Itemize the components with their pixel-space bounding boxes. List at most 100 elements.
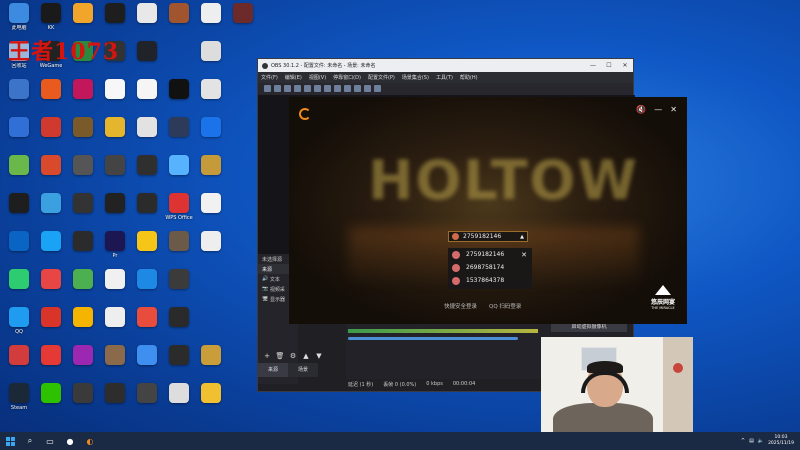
desktop-icon[interactable] (36, 79, 66, 113)
desktop-icon[interactable] (36, 155, 66, 189)
toolbar-icon[interactable] (344, 85, 351, 92)
desktop-icon[interactable] (164, 345, 194, 379)
desktop-icon[interactable] (132, 307, 162, 341)
close-button[interactable]: ✕ (617, 62, 633, 69)
chevron-up-icon[interactable]: ^ (741, 438, 745, 444)
desktop-icon[interactable] (196, 345, 226, 379)
desktop-icon[interactable] (132, 269, 162, 303)
volume-icon[interactable]: 🔈 (758, 438, 764, 444)
account-option[interactable]: 2698758174 (448, 261, 532, 274)
desktop-icon[interactable] (132, 79, 162, 113)
desktop-icon[interactable] (164, 231, 194, 265)
desktop-icon[interactable] (4, 117, 34, 151)
start-button[interactable] (0, 432, 20, 450)
desktop-icon[interactable] (100, 193, 130, 227)
desktop-icon[interactable]: Pr (100, 231, 130, 265)
volume-slider[interactable] (348, 337, 518, 340)
desktop-icon[interactable] (4, 193, 34, 227)
desktop-icon[interactable] (68, 383, 98, 417)
desktop-icon[interactable] (36, 307, 66, 341)
menu-tools[interactable]: 工具(T) (436, 74, 453, 81)
desktop-icon[interactable] (164, 383, 194, 417)
desktop-icon[interactable] (36, 117, 66, 151)
desktop-icon[interactable] (100, 79, 130, 113)
desktop-icon[interactable] (68, 193, 98, 227)
obs-title-bar[interactable]: OBS 30.1.2 - 配置文件: 未命名 - 场景: 未命名 — ☐ ✕ (258, 59, 633, 72)
desktop-icon[interactable] (164, 3, 194, 37)
desktop-icon[interactable] (196, 383, 226, 417)
desktop-icon[interactable] (100, 269, 130, 303)
menu-view[interactable]: 视图(V) (309, 74, 326, 81)
account-option[interactable]: 2759182146 ✕ (448, 248, 532, 261)
desktop-icon[interactable] (196, 41, 226, 75)
mute-icon[interactable]: 🔇 (636, 105, 646, 114)
desktop-icon[interactable] (132, 345, 162, 379)
menu-file[interactable]: 文件(F) (261, 74, 278, 81)
toolbar-icon[interactable] (264, 85, 271, 92)
fast-login-link[interactable]: 快捷安全登录 (444, 302, 477, 310)
desktop-icon[interactable] (164, 269, 194, 303)
minimize-button[interactable]: — (585, 62, 601, 69)
desktop-icon[interactable] (36, 383, 66, 417)
remove-account-icon[interactable]: ✕ (521, 251, 527, 259)
desktop-icon[interactable] (36, 269, 66, 303)
close-icon[interactable]: ✕ (670, 105, 677, 114)
desktop-icon[interactable] (196, 193, 226, 227)
desktop-icon[interactable] (164, 155, 194, 189)
desktop-icon[interactable] (36, 345, 66, 379)
tab-scenes[interactable]: 场景 (288, 363, 319, 377)
desktop-icon[interactable] (196, 3, 226, 37)
desktop-icon[interactable] (68, 269, 98, 303)
game-taskbar-icon[interactable]: ◐ (80, 432, 100, 450)
toolbar-icon[interactable] (354, 85, 361, 92)
start-virtual-camera-button[interactable]: 启动虚拟摄像机 (551, 323, 627, 332)
search-icon[interactable]: ⌕ (20, 432, 40, 450)
clock[interactable]: 10:03 2025/11/19 (768, 435, 794, 447)
network-icon[interactable]: ▤ (749, 438, 754, 444)
toolbar-icon[interactable] (364, 85, 371, 92)
desktop-icon[interactable]: WPS Office (164, 193, 194, 227)
toolbar-icon[interactable] (304, 85, 311, 92)
desktop-icon[interactable] (100, 307, 130, 341)
desktop-icon[interactable] (196, 155, 226, 189)
desktop-icon[interactable] (132, 41, 162, 75)
menu-help[interactable]: 帮助(H) (460, 74, 478, 81)
desktop-icon[interactable] (132, 383, 162, 417)
desktop-icon[interactable] (4, 231, 34, 265)
toolbar-icon[interactable] (374, 85, 381, 92)
desktop-icon[interactable] (4, 155, 34, 189)
desktop-icon[interactable] (164, 79, 194, 113)
desktop-icon[interactable] (36, 231, 66, 265)
desktop-icon[interactable] (100, 383, 130, 417)
desktop-icon[interactable]: 此电脑 (4, 3, 34, 37)
down-arrow-icon[interactable]: ▼ (314, 351, 324, 361)
toolbar-icon[interactable] (294, 85, 301, 92)
tab-sources[interactable]: 来源 (258, 363, 289, 377)
desktop-icon[interactable]: Steam (4, 383, 34, 417)
desktop-icon[interactable] (68, 3, 98, 37)
desktop-icon[interactable] (36, 193, 66, 227)
desktop-icon[interactable] (68, 307, 98, 341)
desktop-icon[interactable] (196, 117, 226, 151)
desktop-icon[interactable] (164, 117, 194, 151)
desktop-icon[interactable]: QQ (4, 307, 34, 341)
minimize-icon[interactable]: — (654, 105, 662, 114)
desktop-icon[interactable] (196, 79, 226, 113)
desktop-icon[interactable] (100, 3, 130, 37)
toolbar-icon[interactable] (284, 85, 291, 92)
desktop-icon[interactable] (68, 231, 98, 265)
up-arrow-icon[interactable]: ▲ (301, 351, 311, 361)
desktop-icon[interactable] (132, 193, 162, 227)
desktop-icon[interactable] (196, 231, 226, 265)
desktop-icon[interactable] (68, 345, 98, 379)
menu-docks[interactable]: 停靠窗口(D) (333, 74, 361, 81)
toolbar-icon[interactable] (274, 85, 281, 92)
desktop-icon[interactable]: KK (36, 3, 66, 37)
desktop-icon[interactable] (4, 345, 34, 379)
toolbar-icon[interactable] (324, 85, 331, 92)
desktop-icon[interactable] (68, 155, 98, 189)
desktop-icon[interactable] (164, 307, 194, 341)
desktop-icon[interactable] (68, 79, 98, 113)
desktop-icon[interactable] (132, 231, 162, 265)
toolbar-icon[interactable] (334, 85, 341, 92)
